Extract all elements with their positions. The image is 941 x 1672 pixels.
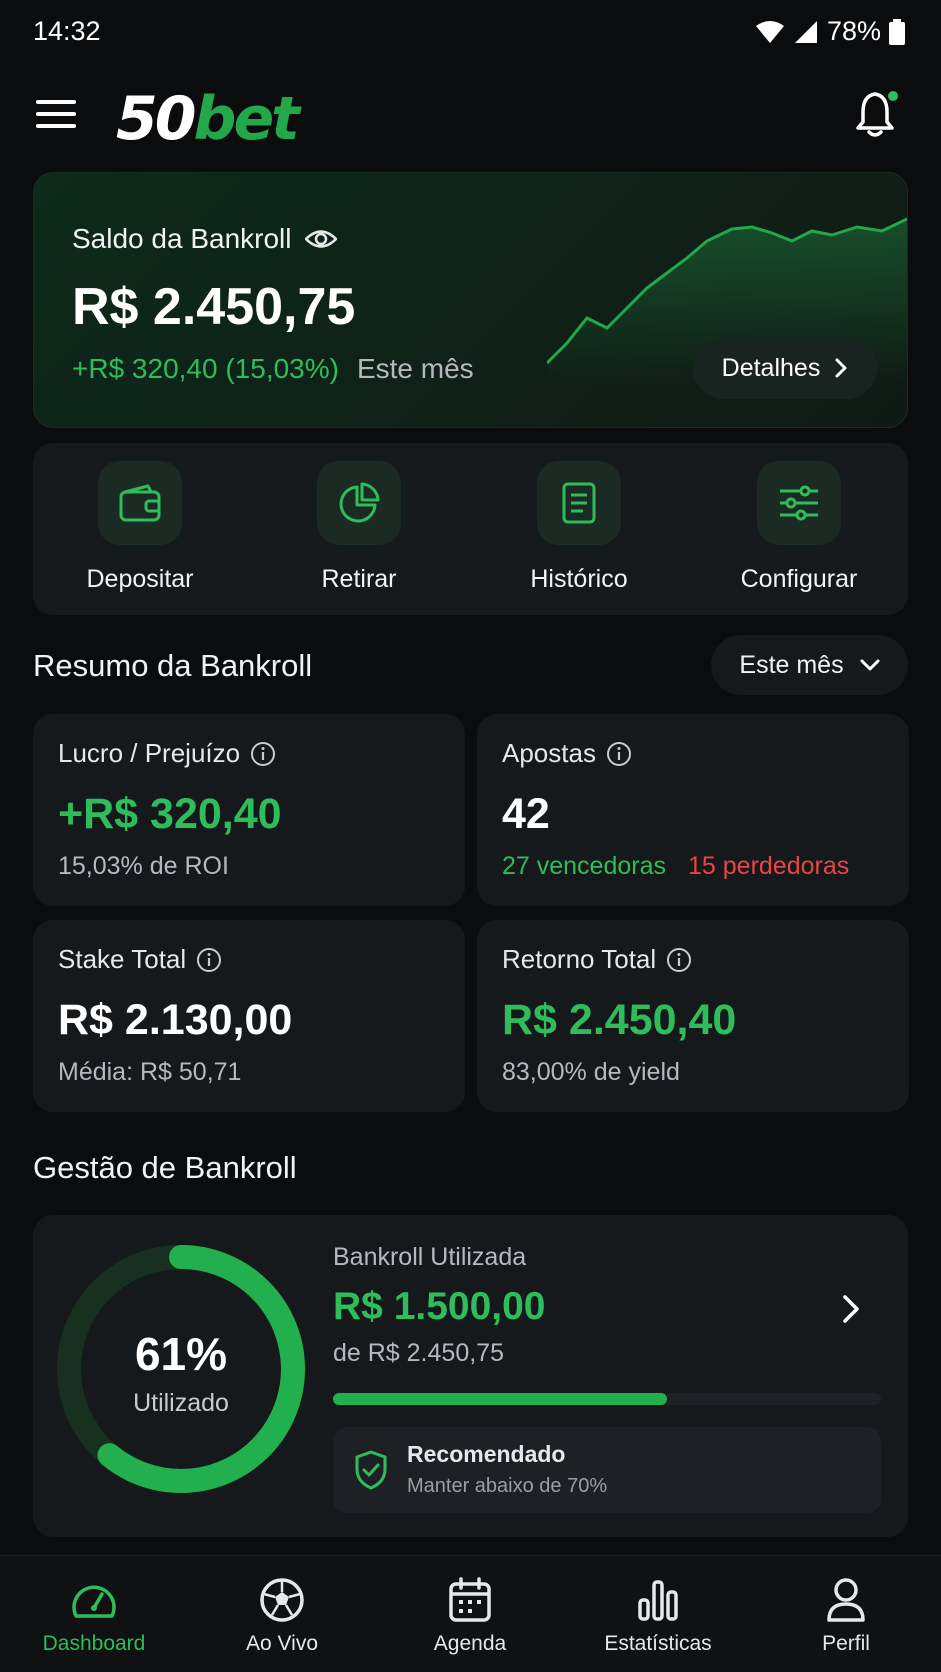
sliders-icon [757, 461, 841, 545]
info-icon[interactable] [666, 947, 692, 973]
nav-dashboard[interactable]: Dashboard [0, 1556, 188, 1672]
notification-bell-icon[interactable] [855, 88, 901, 140]
wallet-icon [98, 461, 182, 545]
bets-losses: 15 perdedoras [688, 852, 850, 880]
action-deposit[interactable]: Depositar [40, 461, 240, 594]
return-value: R$ 2.450,40 [502, 996, 737, 1044]
info-icon[interactable] [250, 741, 276, 767]
nav-label: Agenda [433, 1632, 507, 1655]
summary-title: Resumo da Bankroll [33, 648, 313, 683]
stat-label: Lucro / Prejuízo [58, 738, 241, 768]
notification-dot [888, 91, 898, 101]
details-button-label: Detalhes [721, 353, 821, 382]
signal-icon [794, 20, 817, 43]
wifi-icon [755, 20, 784, 43]
menu-icon[interactable] [36, 100, 76, 132]
quick-actions: Depositar Retirar Histórico Configurar [33, 443, 908, 615]
usage-percent: 61% [134, 1328, 228, 1380]
app-logo: 50 bet [116, 84, 300, 154]
chevron-down-icon [860, 659, 880, 671]
bets-card[interactable]: Apostas 42 27 vencedoras 15 perdedoras [477, 714, 909, 906]
used-of-total: de R$ 2.450,75 [333, 1339, 504, 1367]
profit-roi: 15,03% de ROI [58, 852, 229, 880]
pie-chart-icon [317, 461, 401, 545]
soccer-ball-icon [256, 1574, 308, 1626]
nav-profile[interactable]: Perfil [752, 1556, 940, 1672]
balance-label: Saldo da Bankroll [72, 223, 292, 254]
bets-value: 42 [502, 790, 550, 838]
recommendation-title: Recomendado [407, 1441, 566, 1467]
period-select-value: Este mês [739, 650, 844, 679]
balance-card: Saldo da Bankroll R$ 2.450,75 +R$ 320,40… [33, 172, 908, 428]
stake-value: R$ 2.130,00 [58, 996, 293, 1044]
nav-label: Perfil [822, 1632, 870, 1655]
nav-schedule[interactable]: Agenda [376, 1556, 564, 1672]
status-icons: 78% [755, 16, 905, 47]
chevron-right-icon [835, 358, 847, 378]
period-select[interactable]: Este mês [711, 635, 908, 695]
recommendation-subtitle: Manter abaixo de 70% [407, 1475, 608, 1497]
gauge-icon [68, 1574, 120, 1626]
action-label: Depositar [86, 565, 194, 593]
app-bar: 50 bet [0, 78, 941, 154]
stat-label: Stake Total [58, 944, 187, 974]
action-settings[interactable]: Configurar [699, 461, 899, 594]
action-withdraw[interactable]: Retirar [259, 461, 459, 594]
info-icon[interactable] [196, 947, 222, 973]
used-label: Bankroll Utilizada [333, 1243, 527, 1271]
nav-live[interactable]: Ao Vivo [188, 1556, 376, 1672]
user-icon [820, 1574, 872, 1626]
nav-label: Dashboard [42, 1632, 146, 1655]
bankroll-management-card[interactable]: 61% Utilizado Bankroll Utilizada R$ 1.50… [33, 1215, 908, 1537]
info-icon[interactable] [606, 741, 632, 767]
used-value: R$ 1.500,00 [333, 1285, 546, 1328]
stake-average: Média: R$ 50,71 [58, 1058, 242, 1086]
balance-amount: R$ 2.450,75 [72, 278, 356, 336]
stat-label: Apostas [502, 738, 596, 768]
details-button[interactable]: Detalhes [693, 337, 877, 399]
shield-check-icon [355, 1450, 387, 1490]
bets-wins: 27 vencedoras [502, 852, 667, 880]
battery-percent: 78% [826, 16, 881, 46]
eye-icon[interactable] [305, 228, 338, 250]
usage-progress-fill [333, 1393, 668, 1405]
balance-label-row: Saldo da Bankroll [72, 223, 338, 255]
document-icon [537, 461, 621, 545]
bottom-navigation: Dashboard Ao Vivo Agenda Estatísticas Pe… [0, 1555, 941, 1672]
return-card[interactable]: Retorno Total R$ 2.450,40 83,00% de yiel… [477, 920, 909, 1112]
action-label: Configurar [740, 565, 858, 593]
usage-progress-bar [333, 1393, 881, 1405]
stat-label: Retorno Total [502, 944, 657, 974]
chevron-right-icon[interactable] [840, 1291, 864, 1327]
profit-card[interactable]: Lucro / Prejuízo +R$ 320,40 15,03% de RO… [33, 714, 465, 906]
status-bar: 14:32 78% [0, 0, 941, 66]
balance-change: +R$ 320,40 (15,03%) [72, 353, 339, 384]
profit-value: +R$ 320,40 [58, 790, 282, 838]
nav-label: Estatísticas [604, 1632, 712, 1655]
return-yield: 83,00% de yield [502, 1058, 680, 1086]
action-history[interactable]: Histórico [479, 461, 679, 594]
recommendation-box: Recomendado Manter abaixo de 70% [333, 1427, 881, 1513]
bar-chart-icon [632, 1574, 684, 1626]
usage-percent-label: Utilizado [133, 1389, 229, 1417]
nav-label: Ao Vivo [246, 1632, 318, 1655]
logo-accent: bet [193, 84, 300, 154]
action-label: Retirar [321, 565, 397, 593]
logo-main: 50 [116, 84, 196, 154]
management-title: Gestão de Bankroll [33, 1150, 297, 1185]
calendar-icon [444, 1574, 496, 1626]
status-time: 14:32 [33, 16, 101, 46]
nav-statistics[interactable]: Estatísticas [564, 1556, 752, 1672]
battery-icon [889, 18, 905, 45]
balance-period: Este mês [356, 353, 474, 384]
action-label: Histórico [530, 565, 628, 593]
balance-change-row: +R$ 320,40 (15,03%) Este mês [72, 353, 474, 385]
stake-card[interactable]: Stake Total R$ 2.130,00 Média: R$ 50,71 [33, 920, 465, 1112]
